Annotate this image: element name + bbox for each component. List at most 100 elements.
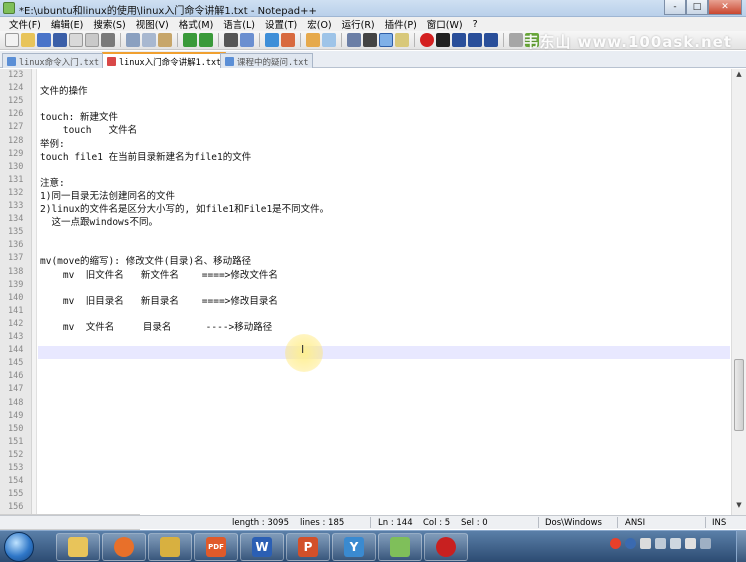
taskbar-word[interactable]: W xyxy=(240,533,284,561)
vertical-scrollbar[interactable]: ▲ ▼ xyxy=(731,69,746,515)
tab-course-questions[interactable]: 课程中的疑问.txt xyxy=(220,53,314,68)
help-tray-icon[interactable] xyxy=(625,538,636,549)
replace-icon[interactable] xyxy=(240,33,254,47)
menu-help[interactable]: ? xyxy=(468,19,483,30)
taskbar-notepadpp[interactable] xyxy=(378,533,422,561)
sync-horizontal-icon[interactable] xyxy=(322,33,336,47)
word-wrap-icon[interactable] xyxy=(347,33,361,47)
tab-linux-intro-commands[interactable]: linux入门命令讲解1.txt xyxy=(102,52,227,68)
undo-icon[interactable] xyxy=(183,33,197,47)
minimize-button[interactable]: - xyxy=(664,0,686,15)
toolbar-separator xyxy=(120,33,121,47)
taskbar-explorer[interactable] xyxy=(56,533,100,561)
line-number: 147 xyxy=(8,384,24,395)
code-line[interactable]: mv 旧目录名 新目录名 ====>修改目录名 xyxy=(40,293,278,307)
status-encoding: ANSI xyxy=(625,518,646,528)
code-line[interactable]: 文件的操作 xyxy=(40,83,88,97)
menu-language[interactable]: 语言(L) xyxy=(218,17,260,31)
code-line[interactable]: 这一点跟windows不同。 xyxy=(40,214,158,228)
menu-run[interactable]: 运行(R) xyxy=(337,17,380,31)
code-line[interactable]: touch: 新建文件 xyxy=(40,109,118,123)
scroll-up-icon[interactable]: ▲ xyxy=(733,70,745,83)
code-line[interactable]: mv 文件名 目录名 ---->移动路径 xyxy=(40,319,272,333)
menu-file[interactable]: 文件(F) xyxy=(4,17,46,31)
screen-tool-icon: Y xyxy=(344,537,364,557)
code-line[interactable]: touch file1 在当前目录新建名为file1的文件 xyxy=(40,149,251,163)
zoom-out-icon[interactable] xyxy=(281,33,295,47)
folder-icon xyxy=(68,537,88,557)
zoom-in-icon[interactable] xyxy=(265,33,279,47)
redo-icon[interactable] xyxy=(199,33,213,47)
paste-icon[interactable] xyxy=(158,33,172,47)
menu-settings[interactable]: 设置(T) xyxy=(260,17,302,31)
menu-format[interactable]: 格式(M) xyxy=(174,17,219,31)
maximize-button[interactable]: □ xyxy=(686,0,708,15)
start-button[interactable] xyxy=(4,532,34,562)
sogou-tray-icon[interactable] xyxy=(610,538,621,549)
status-divider xyxy=(370,517,371,528)
close-all-icon[interactable] xyxy=(85,33,99,47)
line-number: 130 xyxy=(8,161,24,172)
save-macro-icon[interactable] xyxy=(484,33,498,47)
status-length: length : 3095 xyxy=(232,518,289,528)
cut-icon[interactable] xyxy=(126,33,140,47)
save-all-icon[interactable] xyxy=(53,33,67,47)
show-hidden-icons-icon[interactable] xyxy=(640,538,651,549)
find-icon[interactable] xyxy=(224,33,238,47)
editor-area[interactable]: 123 124 文件的操作 125 126 touch: 新建文件 127 touch 文件… xyxy=(0,69,746,515)
display-icon[interactable] xyxy=(700,538,711,549)
menu-window[interactable]: 窗口(W) xyxy=(422,17,468,31)
print-icon[interactable] xyxy=(101,33,115,47)
text-cursor-icon: I xyxy=(301,343,305,356)
show-desktop-button[interactable] xyxy=(736,531,746,562)
code-line[interactable]: 2)linux的文件名是区分大小写的, 如file1和File1是不同文件。 xyxy=(40,201,329,215)
word-icon: W xyxy=(252,537,272,557)
doc-map-icon[interactable] xyxy=(395,33,409,47)
taskbar-recorder[interactable] xyxy=(424,533,468,561)
taskbar-app-yellow[interactable] xyxy=(148,533,192,561)
notepadpp-app-icon[interactable] xyxy=(3,2,15,14)
taskbar-pdf[interactable]: PDF xyxy=(194,533,238,561)
save-icon[interactable] xyxy=(37,33,51,47)
close-file-icon[interactable] xyxy=(69,33,83,47)
title-bar: *E:\ubuntu和linux的使用\linux入门命令讲解1.txt - N… xyxy=(0,0,746,17)
flag-icon[interactable] xyxy=(670,538,681,549)
copy-icon[interactable] xyxy=(142,33,156,47)
sync-scroll-icon[interactable] xyxy=(306,33,320,47)
code-line[interactable]: mv(move的缩写): 修改文件(目录)名、移动路径 xyxy=(40,253,251,267)
play-multiple-icon[interactable] xyxy=(468,33,482,47)
taskbar-powerpoint[interactable]: P xyxy=(286,533,330,561)
line-number: 153 xyxy=(8,463,24,473)
plugin-icon[interactable] xyxy=(509,33,523,47)
code-line[interactable]: 注意: xyxy=(40,175,65,189)
volume-icon[interactable] xyxy=(685,538,696,549)
menu-edit[interactable]: 编辑(E) xyxy=(46,17,88,31)
network-icon[interactable] xyxy=(655,538,666,549)
code-line[interactable]: 1)同一目录无法创建同名的文件 xyxy=(40,188,175,202)
menu-plugins[interactable]: 插件(P) xyxy=(380,17,422,31)
menu-search[interactable]: 搜索(S) xyxy=(88,17,130,31)
code-line[interactable]: mv 旧文件名 新文件名 ====>修改文件名 xyxy=(40,267,278,281)
record-macro-icon[interactable] xyxy=(420,33,434,47)
code-line[interactable]: 举例: xyxy=(40,136,65,150)
indent-guide-icon[interactable] xyxy=(379,33,393,47)
stop-macro-icon[interactable] xyxy=(436,33,450,47)
show-all-chars-icon[interactable] xyxy=(363,33,377,47)
status-line-number: Ln : 144 xyxy=(378,518,413,528)
menu-macro[interactable]: 宏(O) xyxy=(302,17,336,31)
line-number: 156 xyxy=(8,502,24,513)
taskbar-firefox[interactable] xyxy=(102,533,146,561)
scroll-thumb[interactable] xyxy=(734,359,744,431)
menu-view[interactable]: 视图(V) xyxy=(131,17,174,31)
fold-margin[interactable] xyxy=(32,69,37,515)
line-number: 129 xyxy=(8,148,24,159)
open-file-icon[interactable] xyxy=(21,33,35,47)
code-line[interactable]: touch 文件名 xyxy=(40,122,137,136)
tab-linux-commands[interactable]: linux命令入门.txt xyxy=(2,53,105,68)
play-macro-icon[interactable] xyxy=(452,33,466,47)
close-button[interactable]: ✕ xyxy=(708,0,742,15)
new-file-icon[interactable] xyxy=(5,33,19,47)
scroll-down-icon[interactable]: ▼ xyxy=(733,501,745,514)
taskbar-screen-tool[interactable]: Y xyxy=(332,533,376,561)
toolbar-separator xyxy=(177,33,178,47)
